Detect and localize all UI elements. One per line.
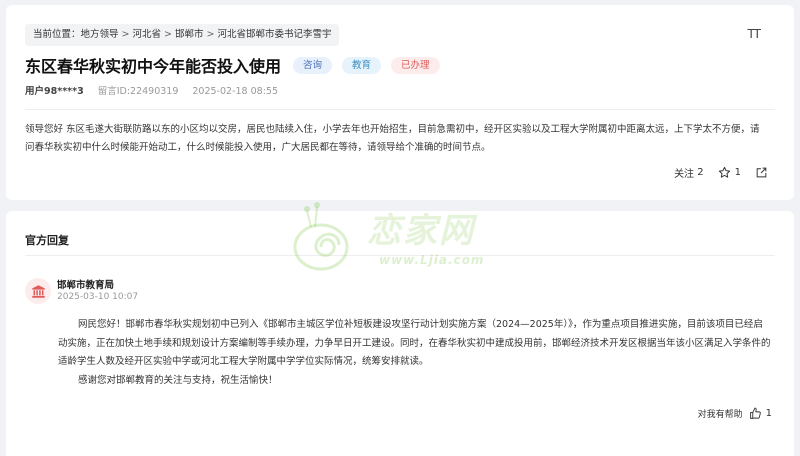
title-row: 东区春华秋实初中今年能否投入使用 咨询 教育 已办理 — [25, 53, 440, 77]
post-actions: 关注 2 1 — [660, 165, 772, 180]
avatar — [25, 278, 51, 304]
breadcrumb-prefix: 当前位置： — [33, 29, 81, 40]
star-button[interactable]: 1 — [718, 166, 741, 179]
star-count: 1 — [734, 167, 741, 178]
post-user: 用户98****3 — [25, 86, 84, 97]
breadcrumb-separator: > — [206, 29, 215, 40]
star-icon — [718, 166, 730, 178]
reply-time: 2025-03-10 10:07 — [57, 292, 139, 302]
thumbs-up-icon — [749, 407, 761, 419]
status-badge: 已办理 — [391, 56, 440, 74]
reply-content: 网民您好！邯郸市春华秋实规划初中已列入《邯郸市主城区学位补短板建设攻坚行动计划实… — [58, 316, 772, 390]
follow-count: 2 — [697, 167, 704, 178]
post-meta: 用户98****3 留言ID:22490319 2025-02-18 08:55 — [25, 83, 278, 97]
follow-button[interactable]: 关注 2 — [674, 165, 704, 180]
breadcrumb-separator: > — [121, 29, 130, 40]
helpful-button[interactable]: 对我有帮助 1 — [698, 407, 772, 420]
reply-section-title: 官方回复 — [25, 234, 69, 247]
divider — [25, 255, 775, 256]
helpful-label: 对我有帮助 — [697, 410, 743, 420]
share-button[interactable] — [755, 166, 772, 179]
font-size-icon[interactable]: TT — [748, 27, 761, 41]
reply-paragraph: 感谢您对邯郸教育的关注与支持，祝生活愉快！ — [78, 374, 278, 386]
message-id: 留言ID:22490319 — [97, 86, 179, 97]
divider — [25, 109, 775, 110]
follow-label: 关注 — [674, 169, 695, 180]
share-icon — [756, 167, 767, 178]
helpful-count: 1 — [765, 408, 772, 419]
breadcrumb-separator: > — [164, 29, 172, 40]
tag-consult: 咨询 — [293, 56, 333, 74]
breadcrumb-item-local-leaders[interactable]: 地方领导 — [81, 29, 119, 40]
reply-card: 官方回复 邯郸市教育局 2025-03-10 10:07 网民您好！邯郸市春华秋… — [6, 211, 794, 456]
tag-education: 教育 — [342, 56, 382, 74]
breadcrumb: 当前位置：地方领导 > 河北省 > 邯郸市 > 河北省邯郸市委书记李雪宇 — [25, 24, 340, 46]
breadcrumb-item-leader[interactable]: 河北省邯郸市委书记李雪宇 — [217, 29, 331, 40]
breadcrumb-item-city[interactable]: 邯郸市 — [175, 29, 204, 40]
breadcrumb-item-province[interactable]: 河北省 — [133, 29, 162, 40]
reply-org-name: 邯郸市教育局 — [57, 280, 115, 291]
post-date: 2025-02-18 08:55 — [192, 86, 278, 97]
reply-paragraph: 网民您好！邯郸市春华秋实规划初中已列入《邯郸市主城区学位补短板建设攻坚行动计划实… — [58, 319, 771, 367]
question-card: 当前位置：地方领导 > 河北省 > 邯郸市 > 河北省邯郸市委书记李雪宇 TT 东区春华秋实… — [6, 5, 794, 200]
post-content: 领导您好 东区毛遂大街联防路以东的小区均以交房，居民也陆续入住，小学去年也开始招… — [25, 124, 760, 153]
page-title: 东区春华秋实初中今年能否投入使用 — [25, 57, 282, 76]
government-building-icon — [31, 284, 45, 298]
